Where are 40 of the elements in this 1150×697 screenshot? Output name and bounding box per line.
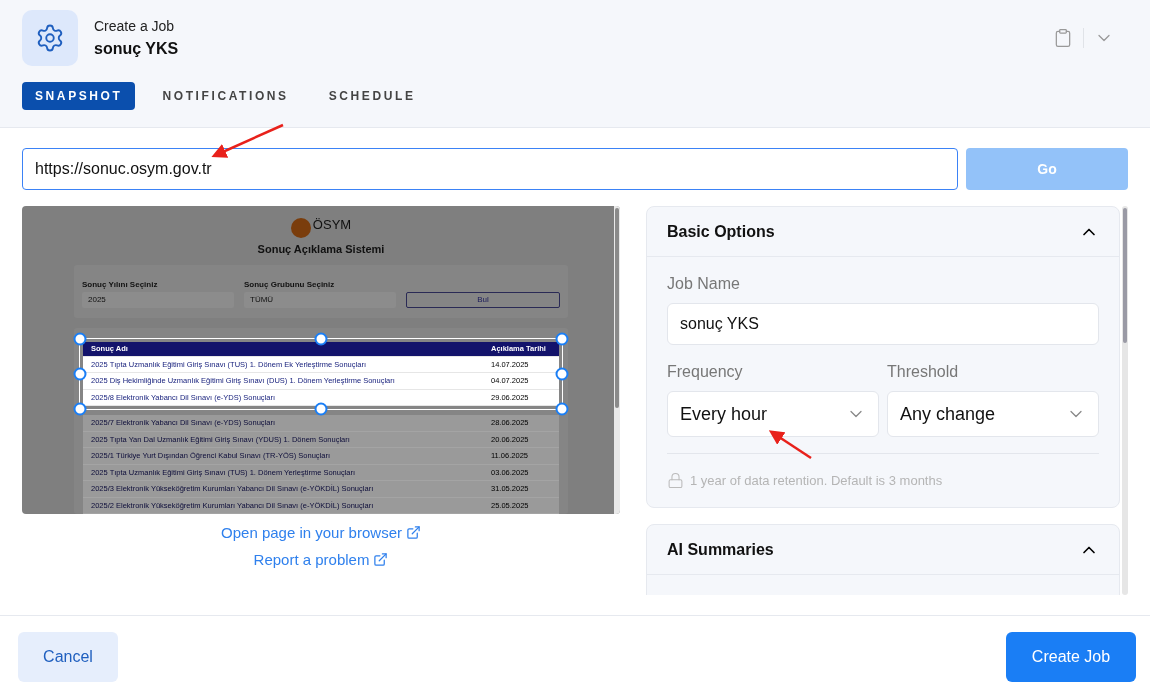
external-link-icon — [373, 552, 389, 567]
external-link-icon — [405, 525, 421, 540]
field-label: Frequency — [667, 363, 744, 381]
lock-icon — [667, 472, 684, 489]
dialog-subtitle: Create a Job — [94, 18, 176, 34]
link[interactable]: Report a problem — [253, 551, 389, 568]
resize-handle[interactable] — [73, 402, 87, 416]
logo-text: ÖSYM — [312, 216, 352, 232]
preview-heading: Sonuç Açıklama Sistemi — [257, 243, 385, 255]
cancel-button[interactable]: Cancel — [18, 631, 118, 682]
scrollbar-thumb[interactable] — [615, 208, 619, 408]
resize-handle[interactable] — [555, 332, 569, 345]
card-header[interactable]: Basic Options — [647, 207, 1119, 257]
resize-handle[interactable] — [73, 367, 87, 381]
card-title: AI Summaries — [667, 540, 774, 559]
url-field[interactable]: https://sonuc.osym.gov.tr — [22, 148, 958, 190]
card-header[interactable]: AI Summaries — [647, 525, 1119, 575]
create-job-button[interactable]: Create Job — [1006, 631, 1136, 682]
job-name-field[interactable]: sonuç YKS — [667, 303, 1099, 345]
logo-icon — [290, 218, 311, 238]
dropdown[interactable]: Every hour — [667, 391, 879, 437]
retention-note: 1 year of data retention. Default is 3 months — [690, 473, 943, 488]
tab[interactable]: SCHEDULE — [315, 82, 429, 110]
dialog-title: sonuç YKS — [94, 40, 180, 58]
resize-handle[interactable] — [555, 402, 569, 416]
tab[interactable]: SNAPSHOT — [22, 82, 136, 110]
resize-handle[interactable] — [73, 332, 87, 345]
annotation-arrow — [768, 430, 812, 460]
clipboard-icon[interactable] — [1053, 28, 1073, 48]
link[interactable]: Open page in your browser — [221, 524, 421, 541]
settings-icon — [35, 23, 65, 53]
tab[interactable]: NOTIFICATIONS — [149, 82, 302, 110]
scrollbar-thumb[interactable] — [1123, 208, 1127, 343]
dropdown[interactable]: Any change — [887, 391, 1099, 437]
filter-label: Sonuç Yılını Seçiniz — [82, 279, 159, 289]
field-label: Job Name — [667, 275, 741, 293]
card-title: Basic Options — [667, 222, 775, 241]
filter-label: Sonuç Grubunu Seçiniz — [244, 279, 336, 289]
field-label: Threshold — [887, 363, 960, 381]
resize-handle[interactable] — [314, 332, 328, 345]
